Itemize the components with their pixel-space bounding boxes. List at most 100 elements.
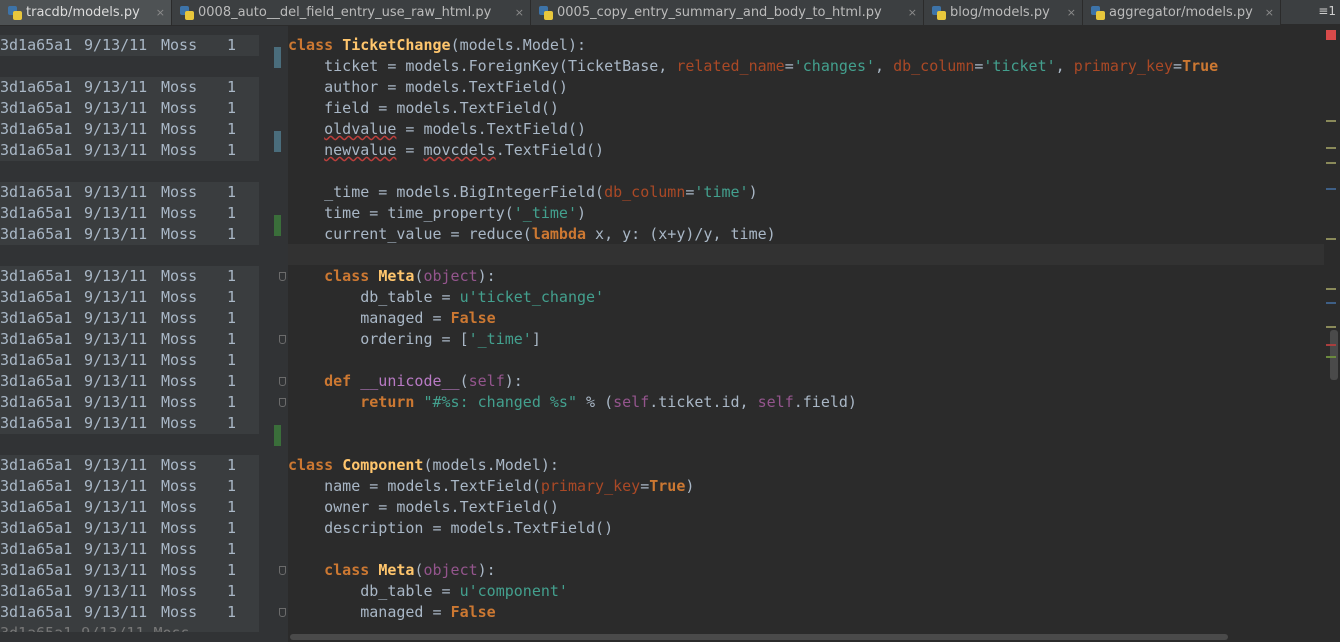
annotation-row[interactable]: 3d1a65a1 9/13/11 Moss 1 [0,560,259,581]
change-marker[interactable] [274,47,281,68]
tab-4[interactable]: aggregator/models.py × [1083,0,1281,25]
annotation-row[interactable]: 3d1a65a1 9/13/11 Moss 1 [0,497,259,518]
code-line[interactable]: name = models.TextField(primary_key=True… [288,476,694,497]
code-line[interactable]: ordering = ['_time'] [288,329,541,350]
annotation-row[interactable]: 3d1a65a1 9/13/11 Moss 1 [0,350,259,371]
code-line[interactable]: owner = models.TextField() [288,497,559,518]
code-token: class [288,456,343,474]
annotation-row[interactable]: 3d1a65a1 9/13/11 Moss 1 [0,371,259,392]
annotation-row[interactable]: 3d1a65a1 9/13/11 Moss 1 [0,203,259,224]
close-tab-icon[interactable]: × [1265,6,1274,19]
close-tab-icon[interactable]: × [515,6,524,19]
code-line[interactable]: managed = False [288,602,495,623]
annotation-row[interactable]: 3d1a65a1 9/13/11 Moss 1 [0,476,259,497]
commit-number: 1 [227,288,237,306]
annotation-row[interactable]: 3d1a65a1 9/13/11 Moss 1 [0,581,259,602]
stripe-marker[interactable] [1326,288,1336,290]
tab-3[interactable]: blog/models.py × [924,0,1083,25]
annotation-row[interactable]: 3d1a65a1 9/13/11 Moss 1 [0,329,259,350]
close-tab-icon[interactable]: × [156,6,165,19]
code-token: owner = models.TextField() [288,498,559,516]
stripe-marker[interactable] [1326,188,1336,190]
annotation-row[interactable]: 3d1a65a1 9/13/11 Moss 1 [0,539,259,560]
code-line[interactable]: newvalue = movcdels.TextField() [288,140,604,161]
close-tab-icon[interactable]: × [908,6,917,19]
annotation-row[interactable]: 3d1a65a1 9/13/11 Moss 1 [0,140,259,161]
vertical-scrollbar-thumb[interactable] [1330,330,1338,380]
code-line[interactable]: author = models.TextField() [288,77,568,98]
code-line[interactable]: class TicketChange(models.Model): [288,35,586,56]
fold-icon[interactable] [279,377,286,386]
code-line[interactable]: return "#%s: changed %s" % (self.ticket.… [288,392,857,413]
code-line[interactable]: db_table = u'component' [288,581,568,602]
code-line[interactable]: field = models.TextField() [288,98,559,119]
tab-overflow-menu[interactable]: ≡1 [1318,4,1336,18]
annotation-row[interactable]: 3d1a65a1 9/13/11 Moss 1 [0,224,259,245]
code-line[interactable]: def __unicode__(self): [288,371,523,392]
stripe-marker[interactable] [1326,302,1336,304]
tab-1[interactable]: 0008_auto__del_field_entry_use_raw_html.… [172,0,531,25]
annotation-row[interactable]: 3d1a65a1 9/13/11 Moss 1 [0,119,259,140]
stripe-marker[interactable] [1326,344,1336,346]
code-line[interactable]: managed = False [288,308,495,329]
tab-label: 0008_auto__del_field_entry_use_raw_html.… [198,5,492,20]
commit-number: 1 [227,582,237,600]
annotation-row[interactable]: 3d1a65a1 9/13/11 Moss 1 [0,287,259,308]
commit-date: 9/13/11 [84,519,148,537]
code-line[interactable]: description = models.TextField() [288,518,613,539]
horizontal-scrollbar-thumb[interactable] [290,634,1228,640]
python-file-icon [8,5,22,20]
commit-hash: 3d1a65a1 [0,288,73,306]
code-line[interactable]: class Component(models.Model): [288,455,559,476]
annotation-row[interactable]: 3d1a65a1 9/13/11 Moss 1 [0,455,259,476]
stripe-marker[interactable] [1326,147,1336,149]
annotation-row[interactable]: 3d1a65a1 9/13/11 Moss [0,623,259,632]
stripe-marker[interactable] [1326,162,1336,164]
fold-icon[interactable] [279,272,286,281]
annotation-row[interactable]: 3d1a65a1 9/13/11 Moss 1 [0,182,259,203]
tab-2[interactable]: 0005_copy_entry_summary_and_body_to_html… [531,0,924,25]
commit-date: 9/13/11 [84,267,148,285]
change-marker[interactable] [274,131,281,152]
tab-0[interactable]: tracdb/models.py × [0,0,172,25]
annotation-row[interactable]: 3d1a65a1 9/13/11 Moss 1 [0,35,259,56]
code-token: managed = [288,309,451,327]
commit-hash: 3d1a65a1 [0,351,73,369]
annotation-row[interactable]: 3d1a65a1 9/13/11 Moss 1 [0,392,259,413]
error-indicator-icon[interactable] [1326,30,1336,40]
commit-number: 1 [227,267,237,285]
code-line[interactable]: class Meta(object): [288,560,496,581]
change-marker[interactable] [274,425,281,446]
annotation-row[interactable]: 3d1a65a1 9/13/11 Moss 1 [0,518,259,539]
code-line[interactable]: _time = models.BigIntegerField(db_column… [288,182,758,203]
annotation-row[interactable]: 3d1a65a1 9/13/11 Moss 1 [0,602,259,623]
change-marker[interactable] [274,215,281,236]
code-line[interactable]: ticket = models.ForeignKey(TicketBase, r… [288,56,1218,77]
stripe-marker[interactable] [1326,356,1336,358]
annotation-row[interactable]: 3d1a65a1 9/13/11 Moss 1 [0,266,259,287]
commit-hash: 3d1a65a1 [0,456,73,474]
code-line[interactable]: db_table = u'ticket_change' [288,287,604,308]
fold-icon[interactable] [279,566,286,575]
annotation-row[interactable]: 3d1a65a1 9/13/11 Moss 1 [0,98,259,119]
code-line[interactable]: time = time_property('_time') [288,203,586,224]
annotation-row[interactable]: 3d1a65a1 9/13/11 Moss 1 [0,77,259,98]
commit-hash: 3d1a65a1 [0,519,73,537]
close-tab-icon[interactable]: × [1067,6,1076,19]
fold-icon[interactable] [279,398,286,407]
annotation-row[interactable]: 3d1a65a1 9/13/11 Moss 1 [0,413,259,434]
annotation-row[interactable]: 3d1a65a1 9/13/11 Moss 1 [0,308,259,329]
stripe-marker[interactable] [1326,326,1336,328]
code-editor[interactable]: class TicketChange(models.Model): ticket… [288,26,1324,632]
stripe-marker[interactable] [1326,120,1336,122]
code-token: __unicode__ [360,372,460,390]
code-line[interactable]: oldvalue = models.TextField() [288,119,586,140]
code-line[interactable]: current_value = reduce(lambda x, y: (x+y… [288,224,776,245]
fold-icon[interactable] [279,335,286,344]
commit-author: Moss [161,582,198,600]
code-line[interactable]: class Meta(object): [288,266,496,287]
horizontal-scrollbar[interactable] [288,632,1340,642]
error-stripe[interactable] [1324,26,1340,632]
stripe-marker[interactable] [1326,238,1336,240]
fold-icon[interactable] [279,608,286,617]
